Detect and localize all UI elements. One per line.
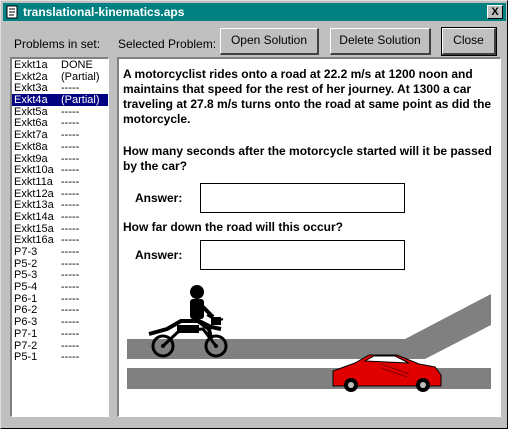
problem-status: -----: [61, 82, 80, 95]
problem-name: Exkt4a: [14, 94, 48, 107]
problem-status: -----: [61, 117, 80, 130]
problem-name: P7-2: [14, 339, 38, 352]
problem-status: -----: [61, 292, 80, 305]
problem-list[interactable]: Exkt1a DONE Exkt2a (Partial) Exkt3a ----- Exkt…: [10, 57, 109, 417]
problem-list-item[interactable]: Exkt16a -----: [12, 234, 108, 246]
selected-problem-label: Selected Problem:: [118, 37, 217, 51]
problem-name: Exkt14a: [14, 210, 54, 223]
problem-status: -----: [61, 281, 80, 294]
problem-status: -----: [61, 105, 80, 118]
problem-name: Exkt12a: [14, 187, 54, 200]
problem-list-item[interactable]: P6-1 -----: [12, 293, 108, 305]
problem-list-item[interactable]: Exkt10a -----: [12, 164, 108, 176]
car-icon: [332, 354, 442, 392]
problem-status: -----: [61, 175, 80, 188]
problem-list-item[interactable]: P5-1 -----: [12, 351, 108, 363]
problem-name: P5-3: [14, 269, 38, 282]
problem-list-item[interactable]: Exkt7a -----: [12, 129, 108, 141]
problem-name: Exkt1a: [14, 59, 48, 71]
problem-name: P6-2: [14, 304, 38, 317]
road-illustration: [127, 285, 491, 392]
problem-status: -----: [61, 129, 80, 142]
problem-status: -----: [61, 304, 80, 317]
problem-list-item[interactable]: Exkt4a (Partial): [12, 94, 108, 106]
problem-name: Exkt15a: [14, 222, 54, 235]
problem-name: Exkt2a: [14, 70, 48, 83]
problem-list-item[interactable]: Exkt3a -----: [12, 82, 108, 94]
problem-name: Exkt11a: [14, 175, 53, 188]
problem-status: -----: [61, 152, 80, 165]
problem-list-item[interactable]: P5-4 -----: [12, 281, 108, 293]
problem-list-item[interactable]: P7-2 -----: [12, 340, 108, 352]
problem-list-item[interactable]: Exkt8a -----: [12, 141, 108, 153]
close-window-button[interactable]: X: [487, 5, 503, 19]
window-title: translational-kinematics.aps: [23, 5, 185, 19]
problem-name: P5-2: [14, 257, 38, 270]
problem-status: (Partial): [61, 94, 100, 107]
problem-name: P6-3: [14, 316, 38, 329]
problem-status: -----: [61, 316, 80, 329]
problem-status: -----: [61, 246, 80, 258]
problem-list-item[interactable]: Exkt2a (Partial): [12, 71, 108, 83]
problem-list-item[interactable]: P6-2 -----: [12, 304, 108, 316]
problem-status: -----: [61, 234, 80, 247]
problem-status: -----: [61, 140, 80, 153]
problem-list-item[interactable]: Exkt5a -----: [12, 106, 108, 118]
problem-list-item[interactable]: Exkt13a -----: [12, 199, 108, 211]
problem-status: -----: [61, 269, 80, 282]
delete-solution-button[interactable]: Delete Solution: [330, 28, 431, 55]
open-solution-button[interactable]: Open Solution: [220, 28, 319, 55]
problem-list-item[interactable]: Exkt14a -----: [12, 211, 108, 223]
problem-list-item[interactable]: Exkt15a -----: [12, 223, 108, 235]
problem-name: Exkt13a: [14, 199, 54, 212]
problem-name: Exkt9a: [14, 152, 48, 165]
problem-status: -----: [61, 199, 80, 212]
problem-status: -----: [61, 327, 80, 340]
problem-list-item[interactable]: Exkt1a DONE: [12, 59, 108, 71]
problem-name: P5-1: [14, 351, 38, 364]
problem-status: -----: [61, 257, 80, 270]
document-icon: [6, 5, 18, 19]
problem-status: DONE: [61, 59, 93, 71]
problem-list-item[interactable]: P5-3 -----: [12, 269, 108, 281]
problem-status: -----: [61, 351, 80, 364]
app-window: translational-kinematics.aps X Problems …: [0, 0, 508, 429]
problem-name: P7-1: [14, 327, 38, 340]
problem-list-item[interactable]: P5-2 -----: [12, 258, 108, 270]
problem-status: -----: [61, 164, 80, 177]
problem-status: -----: [61, 222, 80, 235]
problem-name: Exkt10a: [14, 164, 54, 177]
problem-status: -----: [61, 339, 80, 352]
problem-status: (Partial): [61, 70, 100, 83]
problem-name: Exkt7a: [14, 129, 48, 142]
close-set-button[interactable]: Close Set: [441, 27, 497, 70]
problem-status: -----: [61, 210, 80, 223]
problem-list-item[interactable]: P7-1 -----: [12, 328, 108, 340]
problems-in-set-label: Problems in set:: [14, 37, 101, 51]
title-bar[interactable]: translational-kinematics.aps X: [3, 3, 506, 21]
problem-panel: A motorcyclist rides onto a road at 22.2…: [117, 57, 501, 417]
problem-list-item[interactable]: Exkt12a -----: [12, 188, 108, 200]
problem-name: Exkt3a: [14, 82, 48, 95]
problem-list-item[interactable]: P7-3 -----: [12, 246, 108, 258]
problem-name: P7-3: [14, 246, 38, 258]
problem-list-item[interactable]: P6-3 -----: [12, 316, 108, 328]
problem-name: Exkt8a: [14, 140, 48, 153]
problem-name: Exkt16a: [14, 234, 54, 247]
problem-name: Exkt5a: [14, 105, 48, 118]
problem-list-item[interactable]: Exkt9a -----: [12, 153, 108, 165]
problem-name: P5-4: [14, 281, 38, 294]
problem-name: P6-1: [14, 292, 38, 305]
problem-status: -----: [61, 187, 80, 200]
problem-list-item[interactable]: Exkt6a -----: [12, 117, 108, 129]
problem-list-item[interactable]: Exkt11a -----: [12, 176, 108, 188]
problem-name: Exkt6a: [14, 117, 48, 130]
